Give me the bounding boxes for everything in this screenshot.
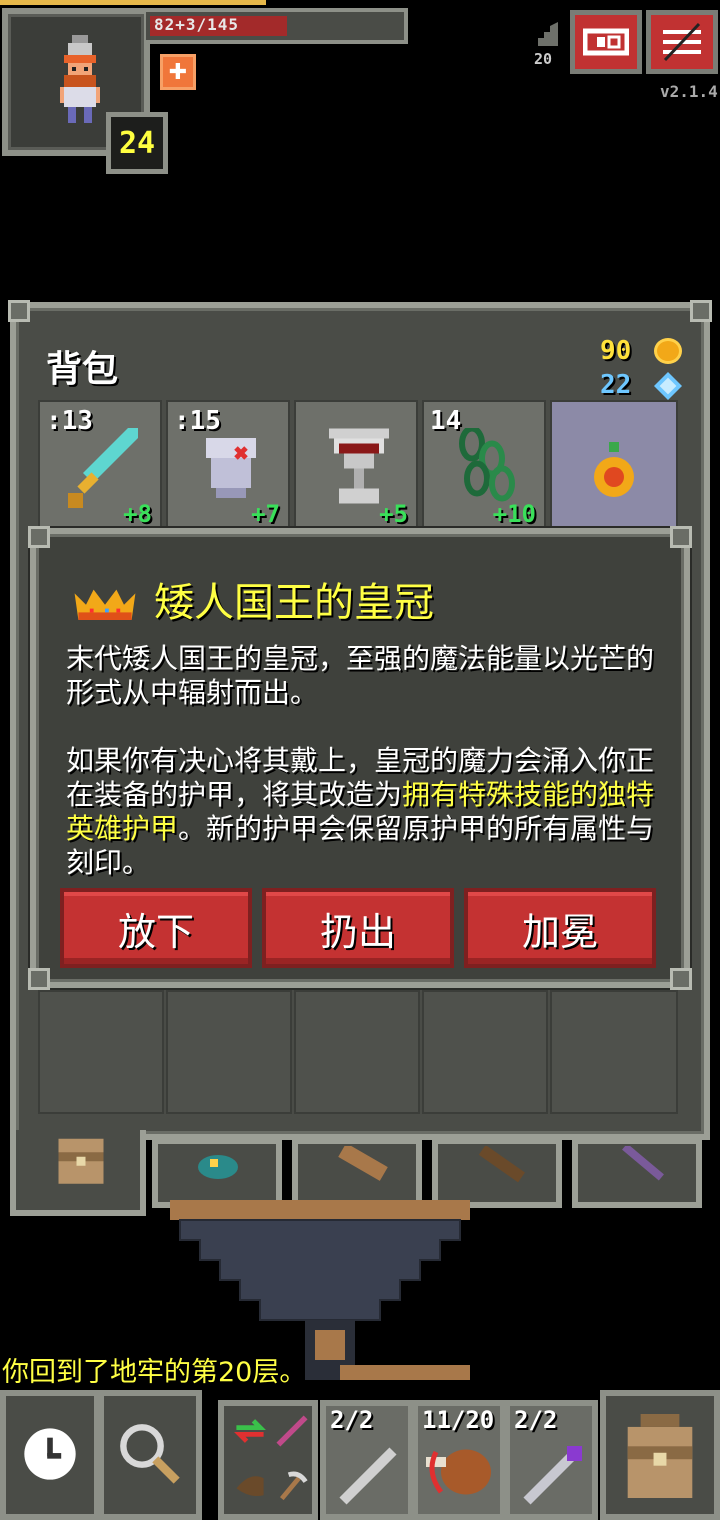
throw-button[interactable]: 扔出 [262, 888, 454, 968]
amulet-icon [594, 442, 634, 497]
bandolier-icon [478, 1146, 525, 1183]
staff-icon [523, 1446, 582, 1505]
empty-inventory-slot[interactable] [166, 990, 292, 1114]
corner-ornament [28, 526, 50, 548]
inventory-slot-selected[interactable] [550, 400, 678, 528]
hp-text: 82+3/145 [154, 15, 240, 34]
gold-count: 90 [600, 336, 632, 366]
item-upgrade-level: +10 [492, 500, 536, 528]
item-upgrade-level: +8 [123, 500, 152, 528]
swap-icon[interactable] [232, 1414, 268, 1448]
empty-inventory-slot[interactable] [294, 990, 420, 1114]
gold-coin-icon [654, 338, 682, 364]
tab-magic-holster[interactable] [572, 1138, 702, 1208]
magnifier-icon [120, 1424, 180, 1484]
empty-inventory-slot[interactable] [422, 990, 548, 1114]
quick-actions-panel [218, 1400, 318, 1520]
backpack-button[interactable] [600, 1390, 720, 1520]
quickslot-charges: 11/20 [422, 1406, 495, 1434]
hero-level-badge: 24 [106, 112, 168, 174]
tab-backpack[interactable] [10, 1130, 146, 1216]
inventory-slot[interactable]: +5 [294, 400, 418, 528]
hero-sprite-icon [60, 35, 100, 123]
armor-icon [206, 438, 256, 498]
item-upgrade-level: +5 [379, 500, 408, 528]
depth-text: 20 [534, 50, 553, 68]
wand-icon [339, 1447, 397, 1505]
empty-inventory-slot[interactable] [550, 990, 678, 1114]
tab-potion-bandolier[interactable] [432, 1138, 562, 1208]
buff-icon[interactable]: ✚ [160, 54, 196, 90]
search-button[interactable] [98, 1390, 202, 1520]
corner-ornament [670, 526, 692, 548]
meat-icon [426, 1449, 491, 1495]
tab-pouch[interactable] [152, 1138, 282, 1208]
clock-icon [24, 1428, 76, 1480]
corner-ornament [28, 968, 50, 990]
item-desc-paragraph-1: 末代矮人国王的皇冠，至强的魔法能量以光芒的形式从中辐射而出。 [66, 642, 655, 709]
backpack-icon [627, 1414, 693, 1498]
chalice-icon [329, 428, 389, 504]
depth-stairs-icon [538, 22, 558, 46]
item-description: 末代矮人国王的皇冠，至强的魔法能量以光芒的形式从中辐射而出。 如果你有决心将其戴… [66, 642, 666, 914]
item-title: 矮人国王的皇冠 [154, 580, 434, 626]
gem-count: 22 [600, 370, 632, 400]
sword-icon [68, 428, 138, 508]
xp-bar [0, 0, 266, 5]
crown-icon [74, 589, 136, 620]
pickaxe-icon[interactable] [274, 1468, 310, 1502]
quickslot-charges: 2/2 [514, 1406, 558, 1434]
wand-small-icon[interactable] [274, 1414, 310, 1448]
game-log-message: 你回到了地牢的第20层。 [2, 1357, 307, 1388]
inventory-slot[interactable]: :15 +7 [166, 400, 290, 528]
menu-icon [663, 22, 701, 62]
crown-button[interactable]: 加冕 [464, 888, 656, 968]
item-desc-paragraph-2: 如果你有决心将其戴上，皇冠的魔力会涌入你正在装备的护甲，将其改造为拥有特殊技能的… [66, 744, 666, 880]
quickslot-1[interactable]: 2/2 [320, 1400, 414, 1520]
chain-icon [459, 428, 515, 502]
backpack-tab-icon [58, 1138, 104, 1184]
backpack-title: 背包 [46, 349, 119, 390]
wait-button[interactable] [0, 1390, 100, 1520]
item-info-dialog: 矮人国王的皇冠 末代矮人国王的皇冠，至强的魔法能量以光芒的形式从中辐射而出。 如… [28, 526, 692, 990]
horn-icon[interactable] [232, 1468, 268, 1502]
energy-crystal-icon [654, 372, 682, 400]
empty-inventory-slot[interactable] [38, 990, 164, 1114]
journal-button[interactable] [570, 10, 642, 74]
scroll-holder-icon [338, 1146, 388, 1181]
drop-button[interactable]: 放下 [60, 888, 252, 968]
inventory-slot[interactable]: :13 +8 [38, 400, 162, 528]
menu-button[interactable] [646, 10, 718, 74]
inventory-slot[interactable]: 14 +10 [422, 400, 546, 528]
corner-ornament [670, 968, 692, 990]
seed-pouch-icon [198, 1155, 238, 1179]
quickslot-2[interactable]: 11/20 [412, 1400, 506, 1520]
tab-scroll-holder[interactable] [292, 1138, 422, 1208]
item-upgrade-level: +7 [251, 500, 280, 528]
holster-icon [622, 1146, 664, 1181]
hp-frame: 82+3/145 [146, 8, 408, 44]
corner-ornament [690, 300, 712, 322]
quickslot-charges: 2/2 [330, 1406, 374, 1434]
version-text: v2.1.4 [660, 82, 718, 101]
journal-icon [583, 28, 629, 56]
corner-ornament [8, 300, 30, 322]
quickslot-3[interactable]: 2/2 [504, 1400, 598, 1520]
